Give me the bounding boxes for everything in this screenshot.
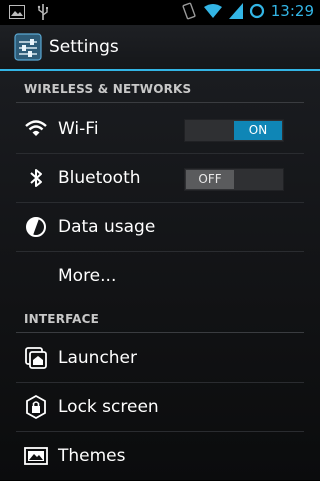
themes-icon (24, 447, 48, 465)
settings-item-label: Lock screen (58, 397, 159, 417)
action-bar: Settings (0, 25, 320, 71)
lock-screen-icon (26, 395, 46, 419)
section-header-interface: INTERFACE (16, 301, 304, 333)
settings-item-label: More... (58, 266, 117, 286)
bluetooth-toggle-state: OFF (186, 170, 234, 189)
settings-item-wifi[interactable]: Wi-Fi ON (16, 105, 304, 154)
settings-item-launcher[interactable]: Launcher (16, 334, 304, 383)
bluetooth-icon (30, 169, 42, 187)
page-title: Settings (49, 37, 119, 57)
status-bar: 13:29 (0, 0, 320, 25)
settings-item-data-usage[interactable]: Data usage (16, 203, 304, 252)
cell-signal-icon (228, 3, 243, 19)
status-time: 13:29 (270, 2, 314, 20)
data-usage-icon (26, 217, 46, 237)
settings-item-more[interactable]: More... (16, 252, 304, 301)
settings-item-themes[interactable]: Themes (16, 432, 304, 481)
sync-circle-icon (249, 3, 264, 19)
settings-item-label: Themes (58, 446, 126, 466)
section-header-label: WIRELESS & NETWORKS (24, 82, 192, 96)
wifi-toggle[interactable]: ON (184, 119, 284, 142)
wifi-toggle-state: ON (234, 121, 282, 140)
settings-list: WIRELESS & NETWORKS Wi-Fi ON Bluetooth O… (0, 71, 320, 480)
settings-sliders-icon[interactable] (14, 33, 42, 61)
settings-item-label: Data usage (58, 217, 156, 237)
wifi-status-icon (203, 4, 222, 18)
image-notification-icon (9, 5, 25, 19)
section-header-label: INTERFACE (24, 312, 100, 326)
settings-item-bluetooth[interactable]: Bluetooth OFF (16, 154, 304, 203)
vibrate-icon (182, 2, 196, 20)
settings-item-label: Bluetooth (58, 168, 141, 188)
settings-item-label: Launcher (58, 348, 138, 368)
wifi-icon (25, 120, 47, 136)
bluetooth-toggle[interactable]: OFF (184, 168, 284, 191)
section-header-wireless: WIRELESS & NETWORKS (16, 71, 304, 103)
launcher-icon (25, 347, 47, 369)
settings-item-label: Wi-Fi (58, 119, 99, 139)
usb-icon (37, 4, 48, 20)
settings-item-lock-screen[interactable]: Lock screen (16, 383, 304, 432)
